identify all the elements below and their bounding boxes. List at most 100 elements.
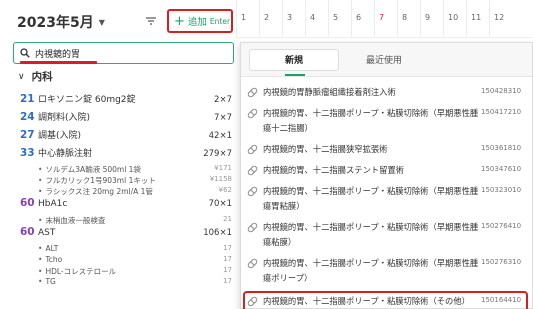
order-quantity: 279×7: [203, 149, 232, 159]
order-quantity: 7×7: [214, 113, 232, 123]
result-item[interactable]: 内視鏡的胃、十二指腸ポリープ・粘膜切除術（早期悪性腫瘍十二指腸） 15041721…: [241, 103, 532, 139]
result-list: 内視鏡的胃静脈瘤組織接着剤注入術 150428310 内視鏡的胃、十二指腸ポリープ・…: [241, 77, 532, 309]
order-list: 21 ロキソニン錠 60mg2錠 2×7 24 調剤料(入院) 7×7 27 調基(入院) 42…: [20, 92, 232, 288]
sub-item-left: • フルカリック1号903ml 1キット: [38, 175, 156, 186]
sub-item-name: ソルデム3A輸液 500ml 1袋: [45, 165, 141, 174]
section-header[interactable]: ∨ 内科: [18, 69, 53, 84]
order-row[interactable]: 33 中心静脈注射 279×7: [20, 146, 232, 164]
procedure-icon: [247, 186, 258, 197]
result-code: 150164410: [481, 296, 522, 304]
order-name: AST: [38, 228, 56, 238]
sub-item-amount: ¥62: [218, 186, 232, 194]
result-code: 150276410: [481, 222, 522, 230]
result-item[interactable]: 内視鏡的胃、十二指腸ポリープ・粘膜切除術（早期悪性腫瘍胃粘膜） 150323010: [241, 181, 532, 217]
result-item[interactable]: 内視鏡的胃、十二指腸ポリープ・粘膜切除術（早期悪性腫瘍粘膜） 150276410: [241, 217, 532, 253]
filter-icon[interactable]: [145, 15, 157, 27]
order-row-left: 21 ロキソニン錠 60mg2錠: [20, 92, 136, 105]
tab-new[interactable]: 新規: [249, 48, 339, 76]
order-name: HbA1c: [38, 199, 68, 209]
result-name: 内視鏡的胃、十二指腸ポリープ・粘膜切除術（早期悪性腫瘍ポリープ）: [263, 258, 479, 283]
bullet-icon: •: [38, 187, 43, 196]
result-name: 内視鏡的胃、十二指腸狭窄拡張術: [263, 144, 388, 154]
result-code: 150361810: [481, 144, 522, 152]
procedure-icon: [247, 87, 258, 98]
sub-item-amount: 17: [223, 244, 232, 252]
tab-recent[interactable]: 最近使用: [339, 49, 429, 71]
month-selector[interactable]: 2023年5月 ▼: [17, 12, 105, 32]
result-item[interactable]: 内視鏡的胃、十二指腸ポリープ・粘膜切除術（早期悪性腫瘍ポリープ） 15027631…: [241, 253, 532, 289]
day-number: 7: [374, 0, 397, 37]
bullet-icon: •: [38, 244, 43, 253]
result-name: 内視鏡的胃、十二指腸ポリープ・粘膜切除術（早期悪性腫瘍粘膜）: [263, 222, 479, 247]
order-row-left: 33 中心静脈注射: [20, 146, 92, 159]
sub-item-amount: 21: [223, 215, 232, 223]
chevron-down-icon: ∨: [18, 71, 25, 82]
result-code: 150428310: [481, 87, 522, 95]
category-code: 60: [20, 197, 35, 209]
result-item[interactable]: 内視鏡的胃、十二指腸ステント留置術 150347610: [241, 160, 532, 181]
category-code: 24: [20, 111, 35, 123]
order-quantity: 70×1: [208, 199, 232, 209]
order-name: 調剤料(入院): [38, 113, 91, 123]
caret-down-icon: ▼: [98, 17, 105, 27]
day-number: 6: [351, 0, 374, 37]
procedure-icon: [247, 222, 258, 233]
add-button[interactable]: + 追加 Enter: [167, 9, 233, 33]
day-number: 4: [305, 0, 328, 37]
category-code: 27: [20, 129, 35, 141]
order-sub-item: • TG 17: [20, 277, 232, 288]
section-title: 内科: [31, 71, 53, 83]
day-number: 11: [466, 0, 489, 37]
procedure-icon: [247, 296, 258, 307]
category-code: 21: [20, 93, 35, 105]
result-name: 内視鏡的胃、十二指腸ポリープ・粘膜切除術（早期悪性腫瘍十二指腸）: [263, 108, 479, 133]
order-sub-item: • ラシックス注 20mg 2ml/A 1管 ¥62: [20, 186, 232, 197]
bullet-icon: •: [38, 267, 43, 276]
result-code: 150276310: [481, 258, 522, 266]
day-number: 5: [328, 0, 351, 37]
order-name: 中心静脈注射: [38, 149, 93, 159]
order-sub-item: • フルカリック1号903ml 1キット ¥1158: [20, 175, 232, 186]
bullet-icon: •: [38, 176, 43, 185]
add-label: 追加: [187, 17, 207, 28]
sub-item-left: • ソルデム3A輸液 500ml 1袋: [38, 164, 141, 175]
bullet-icon: •: [38, 165, 43, 174]
order-row-left: 24 調剤料(入院): [20, 110, 90, 123]
result-item[interactable]: 内視鏡的胃静脈瘤組織接着剤注入術 150428310: [241, 82, 532, 103]
bullet-icon: •: [38, 255, 43, 264]
sub-item-amount: ¥171: [214, 164, 232, 172]
order-sub-item: • ソルデム3A輸液 500ml 1袋 ¥171: [20, 164, 232, 175]
day-number: 2: [259, 0, 282, 37]
result-item[interactable]: 内視鏡的胃、十二指腸ポリープ・粘膜切除術（その他） 150164410: [243, 291, 528, 309]
category-code: 60: [20, 226, 35, 238]
order-quantity: 106×1: [203, 228, 232, 238]
search-icon: [20, 48, 30, 58]
sub-item-name: ラシックス注 20mg 2ml/A 1管: [45, 187, 153, 196]
bullet-icon: •: [38, 277, 43, 286]
month-label: 2023年5月: [17, 15, 94, 31]
procedure-icon: [247, 165, 258, 176]
order-row-left: 60 AST: [20, 226, 55, 238]
order-row[interactable]: 24 調剤料(入院) 7×7: [20, 110, 232, 128]
day-number: 3: [282, 0, 305, 37]
order-row[interactable]: 60 AST 106×1: [20, 226, 232, 244]
result-name: 内視鏡的胃、十二指腸ポリープ・粘膜切除術（早期悪性腫瘍胃粘膜）: [263, 186, 479, 211]
sub-item-left: • 末梢血液一般検査: [38, 215, 105, 226]
order-row-left: 27 調基(入院): [20, 128, 81, 141]
day-number: 9: [420, 0, 443, 37]
result-name: 内視鏡的胃静脈瘤組織接着剤注入術: [263, 87, 396, 97]
order-row[interactable]: 21 ロキソニン錠 60mg2錠 2×7: [20, 92, 232, 110]
sub-item-left: • ALT: [38, 244, 58, 255]
result-code: 150417210: [481, 108, 522, 116]
result-item[interactable]: 内視鏡的胃、十二指腸狭窄拡張術 150361810: [241, 139, 532, 160]
sub-item-left: • ラシックス注 20mg 2ml/A 1管: [38, 186, 153, 197]
enter-hint: Enter: [209, 16, 231, 26]
day-number-header: 1 2 3 4 5 6 7 8 9 10 11 12: [236, 0, 533, 38]
order-sub-item: • Tcho 17: [20, 255, 232, 266]
search-input[interactable]: [35, 48, 215, 58]
sub-item-amount: ¥1158: [209, 175, 232, 183]
order-row[interactable]: 60 HbA1c 70×1: [20, 197, 232, 215]
order-name: ロキソニン錠 60mg2錠: [38, 95, 136, 105]
order-row[interactable]: 27 調基(入院) 42×1: [20, 128, 232, 146]
tab-bar: 新規 最近使用: [241, 43, 532, 77]
